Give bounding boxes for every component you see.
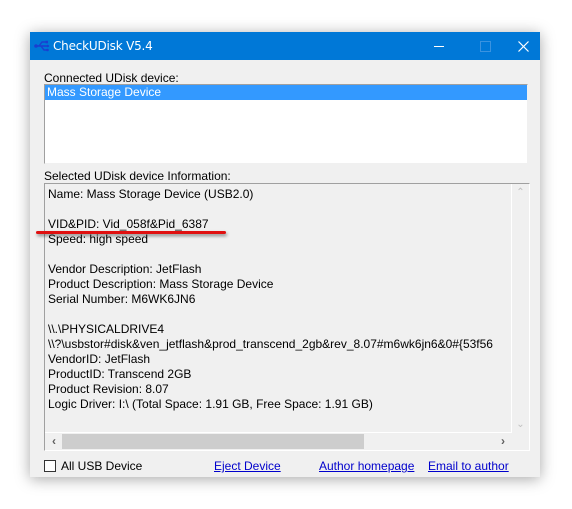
maximize-button[interactable] — [462, 32, 508, 60]
usb-icon — [34, 39, 50, 53]
info-line-product-description: Product Description: Mass Storage Device — [48, 277, 274, 291]
info-line-vendor-description: Vendor Description: JetFlash — [48, 262, 202, 276]
info-line-product-revision: Product Revision: 8.07 — [48, 382, 169, 396]
horizontal-scrollbar[interactable]: ‹ › — [45, 432, 512, 450]
device-info-textarea[interactable]: Name: Mass Storage Device (USB2.0) VID&P… — [44, 183, 530, 451]
window-title: CheckUDisk V5.4 — [53, 39, 153, 53]
connected-device-label: Connected UDisk device: — [44, 71, 179, 85]
maximize-icon — [479, 40, 491, 52]
scroll-right-icon[interactable]: › — [496, 435, 510, 448]
info-line-speed: Speed: high speed — [48, 232, 149, 246]
info-line-physical-drive: \\.\PHYSICALDRIVE4 — [48, 322, 165, 336]
scroll-left-icon[interactable]: ‹ — [47, 435, 61, 448]
minimize-button[interactable] — [416, 32, 462, 60]
all-usb-device-checkbox[interactable] — [44, 460, 56, 472]
selected-info-label: Selected UDisk device Information: — [44, 169, 231, 183]
minimize-icon — [434, 45, 444, 47]
info-line-serial-number: Serial Number: M6WK6JN6 — [48, 292, 196, 306]
info-line-name: Name: Mass Storage Device (USB2.0) — [48, 187, 254, 201]
close-icon — [517, 40, 529, 52]
info-line-product-id: ProductID: Transcend 2GB — [48, 367, 192, 381]
info-line-logic-driver: Logic Driver: I:\ (Total Space: 1.91 GB,… — [48, 397, 373, 411]
connected-device-list[interactable]: Mass Storage Device — [44, 84, 528, 164]
horizontal-scroll-thumb[interactable] — [62, 434, 364, 449]
vertical-scrollbar[interactable]: ⌃ ⌄ — [511, 184, 529, 433]
eject-device-link[interactable]: Eject Device — [214, 459, 281, 473]
device-info-content: Name: Mass Storage Device (USB2.0) VID&P… — [48, 187, 508, 412]
info-line-vid-pid: VID&PID: Vid_058f&Pid_6387 — [48, 217, 209, 231]
info-line-blank — [48, 307, 508, 322]
email-to-author-link[interactable]: Email to author — [428, 459, 509, 473]
info-line-vendor-id: VendorID: JetFlash — [48, 352, 151, 366]
scroll-up-icon[interactable]: ⌃ — [516, 188, 525, 198]
close-button[interactable] — [506, 32, 540, 60]
info-line-device-path: \\?\usbstor#disk&ven_jetflash&prod_trans… — [48, 337, 493, 351]
info-line-blank — [48, 202, 508, 217]
vid-pid-highlight-underline — [36, 231, 226, 234]
all-usb-device-label[interactable]: All USB Device — [61, 459, 142, 473]
list-item[interactable]: Mass Storage Device — [45, 85, 527, 100]
title-bar[interactable]: CheckUDisk V5.4 — [30, 32, 540, 60]
info-line-blank — [48, 247, 508, 262]
author-homepage-link[interactable]: Author homepage — [319, 459, 414, 473]
scroll-corner — [512, 433, 529, 450]
checkudisk-window: CheckUDisk V5.4 Connected UDisk device: … — [30, 32, 540, 477]
scroll-down-icon[interactable]: ⌄ — [516, 420, 525, 430]
